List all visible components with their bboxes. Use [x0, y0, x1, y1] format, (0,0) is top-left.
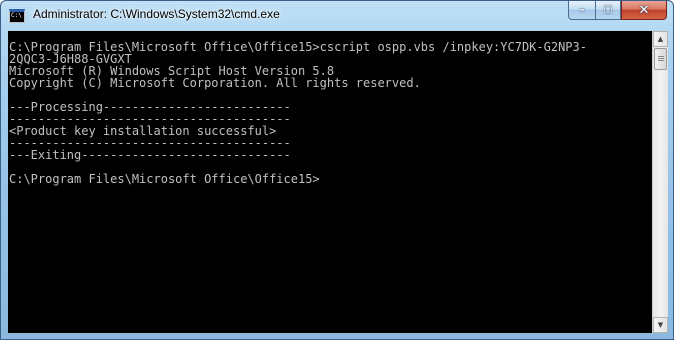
close-button[interactable]: ✕	[621, 1, 667, 20]
vertical-scrollbar[interactable]: ▲ ▼	[652, 31, 668, 333]
thumb-grip-line	[658, 56, 664, 57]
cmd-window: C:\ Administrator: C:\Windows\System32\c…	[0, 0, 674, 340]
close-icon: ✕	[638, 2, 650, 18]
console-text[interactable]: C:\Program Files\Microsoft Office\Office…	[8, 31, 652, 185]
window-title: Administrator: C:\Windows\System32\cmd.e…	[33, 7, 280, 21]
thumb-grip-line	[658, 60, 664, 61]
minimize-icon: –	[579, 3, 585, 16]
maximize-button[interactable]: ☐	[595, 1, 621, 20]
down-arrow-icon: ▼	[657, 321, 664, 329]
scroll-thumb[interactable]	[654, 48, 667, 70]
scroll-up-button[interactable]: ▲	[653, 31, 668, 47]
scroll-down-button[interactable]: ▼	[653, 317, 668, 333]
minimize-button[interactable]: –	[568, 1, 595, 20]
title-bar[interactable]: C:\ Administrator: C:\Windows\System32\c…	[1, 1, 673, 31]
up-arrow-icon: ▲	[657, 35, 664, 43]
window-controls: – ☐ ✕	[568, 1, 667, 21]
console-output[interactable]: C:\Program Files\Microsoft Office\Office…	[8, 31, 652, 333]
maximize-icon: ☐	[603, 4, 613, 16]
cmd-icon[interactable]: C:\	[9, 9, 25, 23]
thumb-grip-line	[658, 58, 664, 59]
